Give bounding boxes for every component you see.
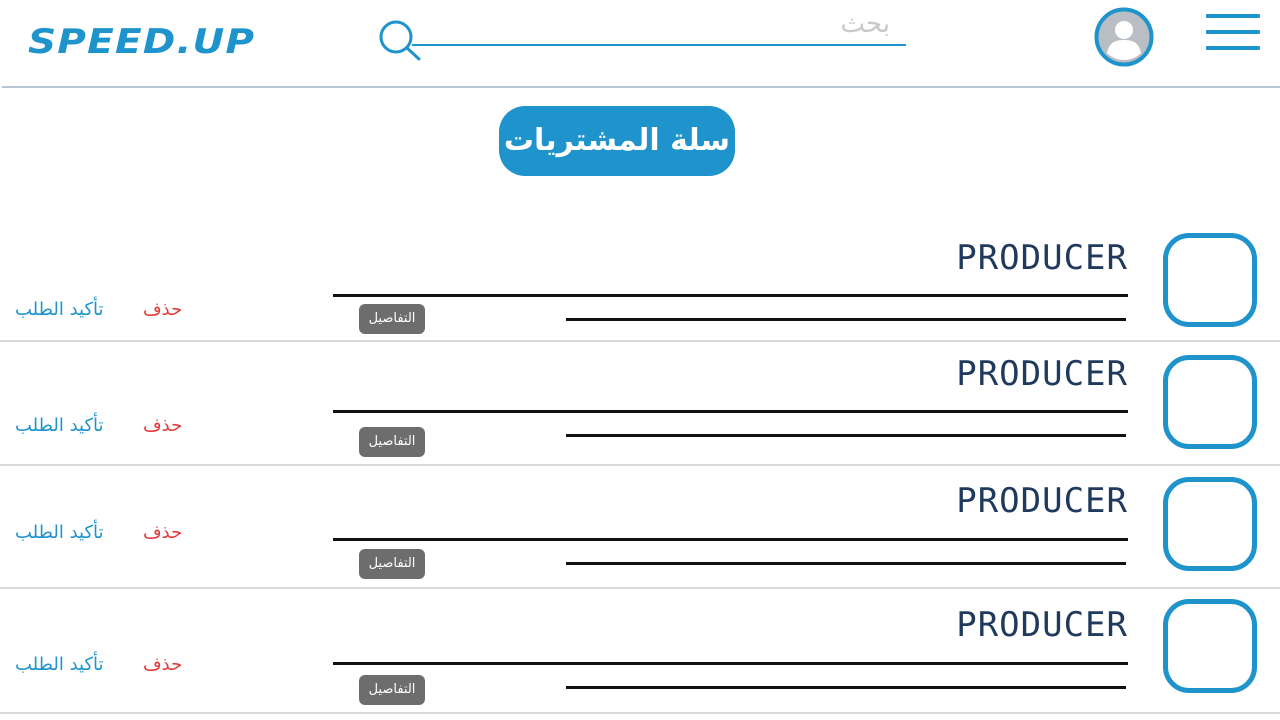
details-button[interactable]: التفاصيل [359,549,425,579]
top-header: SPEED.UP [0,0,1280,88]
header-divider [2,86,1280,88]
row-divider [0,587,1280,589]
search-icon[interactable] [376,18,424,62]
details-button[interactable]: التفاصيل [359,304,425,334]
product-desc-placeholder [566,318,1126,321]
product-name-placeholder [333,410,1128,413]
row-divider [0,340,1280,342]
product-name-placeholder [333,294,1128,297]
page-title: سلة المشتريات [499,106,735,176]
product-producer: PRODUCER [956,354,1128,394]
row-divider [0,464,1280,466]
hamburger-menu-icon[interactable] [1206,14,1260,50]
confirm-order-button[interactable]: تأكيد الطلب [15,653,104,677]
product-desc-placeholder [566,562,1126,565]
confirm-order-button[interactable]: تأكيد الطلب [15,298,104,322]
product-producer: PRODUCER [956,238,1128,278]
confirm-order-button[interactable]: تأكيد الطلب [15,414,104,438]
user-avatar-icon[interactable] [1094,7,1154,67]
search-underline [412,44,906,46]
confirm-order-button[interactable]: تأكيد الطلب [15,521,104,545]
product-producer: PRODUCER [956,605,1128,645]
product-name-placeholder [333,538,1128,541]
details-button[interactable]: التفاصيل [359,675,425,705]
product-producer: PRODUCER [956,481,1128,521]
delete-button[interactable]: حذف [143,298,182,322]
product-thumbnail[interactable] [1163,355,1257,449]
product-thumbnail[interactable] [1163,599,1257,693]
cart-page: SPEED.UP سلة المشتريات PRODUCER التفاصيل… [0,0,1280,720]
product-desc-placeholder [566,434,1126,437]
app-logo[interactable]: SPEED.UP [28,22,255,62]
product-desc-placeholder [566,686,1126,689]
product-name-placeholder [333,662,1128,665]
row-divider [0,712,1280,714]
delete-button[interactable]: حذف [143,521,182,545]
delete-button[interactable]: حذف [143,653,182,677]
delete-button[interactable]: حذف [143,414,182,438]
search-input[interactable] [560,6,890,42]
details-button[interactable]: التفاصيل [359,427,425,457]
product-thumbnail[interactable] [1163,477,1257,571]
product-thumbnail[interactable] [1163,233,1257,327]
